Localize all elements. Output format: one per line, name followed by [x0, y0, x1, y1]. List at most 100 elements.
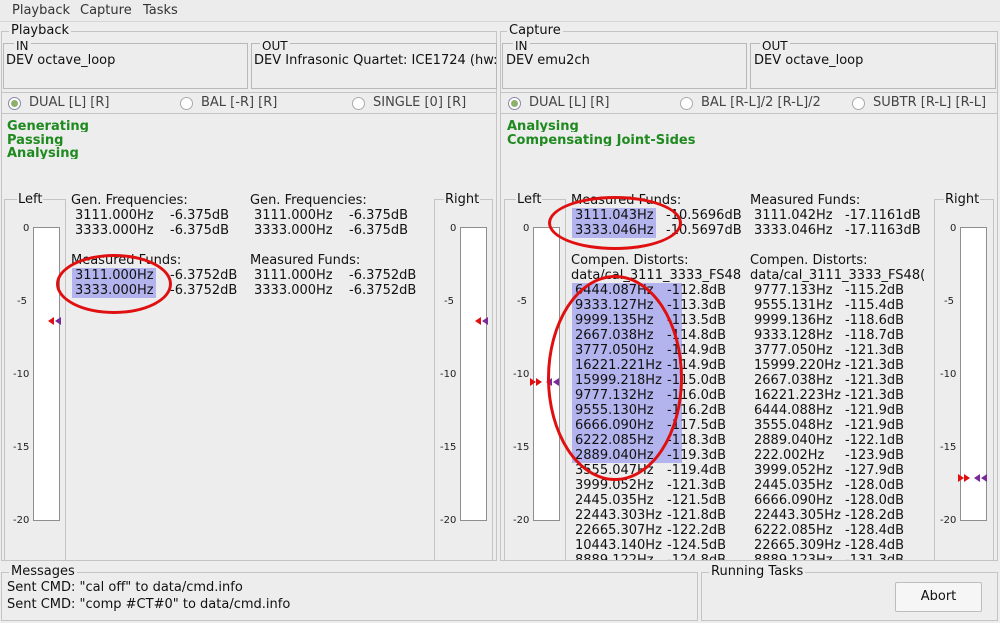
distort-level: -123.9dB [845, 448, 905, 463]
capture-in-value[interactable]: DEV emu2ch [506, 53, 746, 68]
playback-mode-dual-label[interactable]: DUAL [L] [R] [29, 95, 110, 110]
measured-fund-level: -6.3752dB [349, 268, 417, 283]
playback-right-level-marker-icon [475, 317, 488, 325]
playback-mode-dual-radio[interactable] [8, 97, 21, 110]
tick-label: 0 [523, 223, 530, 234]
tick-label: -10 [13, 369, 30, 380]
distort-level: -119.4dB [667, 463, 727, 478]
messages-title: Messages [9, 564, 77, 579]
tick-label: -10 [940, 369, 957, 380]
distort-frequency: 6666.090Hz [754, 493, 833, 508]
running-tasks-title: Running Tasks [709, 564, 806, 579]
distort-frequency: 222.002Hz [754, 448, 825, 463]
compen-distorts-header: Compen. Distorts: [750, 253, 868, 268]
distort-frequency: 8889.123Hz [754, 553, 833, 560]
tick-label: -5 [517, 296, 527, 307]
distort-level: -112.8dB [667, 283, 727, 298]
capture-out-value[interactable]: DEV octave_loop [754, 53, 994, 68]
capture-mode-dual-radio[interactable] [508, 97, 521, 110]
playback-mode-bal-label[interactable]: BAL [-R] [R] [201, 95, 277, 110]
gen-freq-level: -6.375dB [349, 223, 409, 238]
menu-playback[interactable]: Playback [12, 3, 70, 18]
capture-in-label: IN [513, 39, 530, 53]
capture-left-meter-title: Left [516, 192, 543, 207]
playback-mode-single-label[interactable]: SINGLE [0] [R] [373, 95, 466, 110]
playback-in-value[interactable]: DEV octave_loop [6, 53, 246, 68]
compen-distorts-header: Compen. Distorts: [571, 253, 689, 268]
distort-level: -128.4dB [845, 523, 905, 538]
distort-level: -121.9dB [845, 403, 905, 418]
measured-fund-value: 3111.042Hz [754, 208, 833, 223]
tick-label: 0 [450, 223, 457, 234]
measured-fund-value: 3333.000Hz [254, 283, 333, 298]
distort-level: -118.3dB [667, 433, 727, 448]
distort-level: -118.6dB [845, 313, 905, 328]
distort-level: -121.3dB [845, 388, 905, 403]
distort-level: -124.8dB [667, 553, 726, 560]
gen-freq-level: -6.375dB [170, 223, 230, 238]
capture-right-meter-title: Right [944, 192, 981, 207]
playback-left-level-marker-icon [48, 317, 61, 325]
playback-mode-single-radio[interactable] [352, 97, 365, 110]
playback-out-value[interactable]: DEV Infrasonic Quartet: ICE1724 (hw: [254, 53, 496, 68]
capture-out-label: OUT [760, 39, 790, 53]
capture-status-analysing: Analysing [507, 120, 579, 132]
gen-freq-value: 3333.000Hz [254, 223, 333, 238]
distort-frequency: 16221.223Hz [754, 388, 841, 403]
playback-in-box: IN DEV octave_loop [3, 39, 248, 89]
playback-left-column: Gen. Frequencies: [71, 193, 188, 208]
tick-label: -5 [17, 296, 27, 307]
menu-capture[interactable]: Capture [80, 3, 132, 18]
distort-level: -128.0dB [845, 493, 905, 508]
capture-status-compensating: Compensating Joint-Sides [507, 134, 696, 146]
playback-left-meter-title: Left [17, 192, 44, 207]
distort-level: -124.5dB [667, 538, 727, 553]
distort-level: -128.2dB [845, 508, 905, 523]
distort-level: -128.0dB [845, 478, 905, 493]
tick-label: -15 [940, 442, 957, 453]
distort-frequency: 3999.052Hz [754, 463, 833, 478]
gen-freq-level: -6.375dB [349, 208, 409, 223]
capture-out-box: OUT DEV octave_loop [750, 39, 996, 89]
playback-right-meter-bar [460, 227, 487, 521]
distort-frequency: 3777.050Hz [754, 343, 833, 358]
distort-level: -115.2dB [845, 283, 905, 298]
abort-button[interactable]: Abort [895, 582, 982, 612]
tick-label: 0 [23, 223, 30, 234]
measured-fund-level: -17.1161dB [845, 208, 921, 223]
distort-frequency: 9555.131Hz [754, 298, 833, 313]
distort-frequency: 10443.140Hz [575, 538, 662, 553]
measured-funds-header: Measured Funds: [250, 253, 361, 268]
tick-label: -20 [940, 515, 957, 526]
playback-status-passing: Passing [7, 134, 64, 146]
distort-level: -118.7dB [845, 328, 905, 343]
capture-mode-dual-label[interactable]: DUAL [L] [R] [529, 95, 610, 110]
measured-fund-level: -6.3752dB [349, 283, 417, 298]
gen-freq-level: -6.375dB [170, 208, 230, 223]
playback-in-label: IN [14, 39, 31, 53]
measured-fund-level: -6.3752dB [170, 283, 238, 298]
distort-frequency: 2445.035Hz [575, 493, 654, 508]
capture-mode-subtr-radio[interactable] [852, 97, 865, 110]
tick-label: 0 [950, 223, 957, 234]
distort-level: -113.5dB [667, 313, 727, 328]
distort-level: -121.3dB [845, 373, 905, 388]
capture-mode-bal-radio[interactable] [680, 97, 693, 110]
capture-mode-bal-label[interactable]: BAL [R-L]/2 [R-L]/2 [701, 95, 821, 110]
distort-frequency: 2667.038Hz [754, 373, 833, 388]
measured-fund-level: -6.3752dB [170, 268, 238, 283]
playback-mode-bal-radio[interactable] [180, 97, 193, 110]
tick-label: -15 [513, 442, 530, 453]
distort-frequency: 15999.220Hz [754, 358, 841, 373]
measured-fund-value: 3333.046Hz [754, 223, 833, 238]
distort-frequency: 6222.085Hz [754, 523, 833, 538]
annotation-ellipse [548, 196, 682, 250]
tick-label: -20 [13, 515, 30, 526]
capture-mode-row: DUAL [L] [R] BAL [R-L]/2 [R-L]/2 SUBTR [… [500, 92, 998, 114]
distort-frequency: 22665.309Hz [754, 538, 841, 553]
capture-right-level-marker-icon [958, 474, 987, 482]
capture-in-box: IN DEV emu2ch [502, 39, 747, 89]
menu-tasks[interactable]: Tasks [143, 3, 178, 18]
capture-right-distort-list[interactable]: 9777.133Hz -115.2dB 9555.131Hz -115.4dB 9999… [754, 283, 929, 560]
capture-mode-subtr-label[interactable]: SUBTR [R-L] [R-L] [873, 95, 986, 110]
